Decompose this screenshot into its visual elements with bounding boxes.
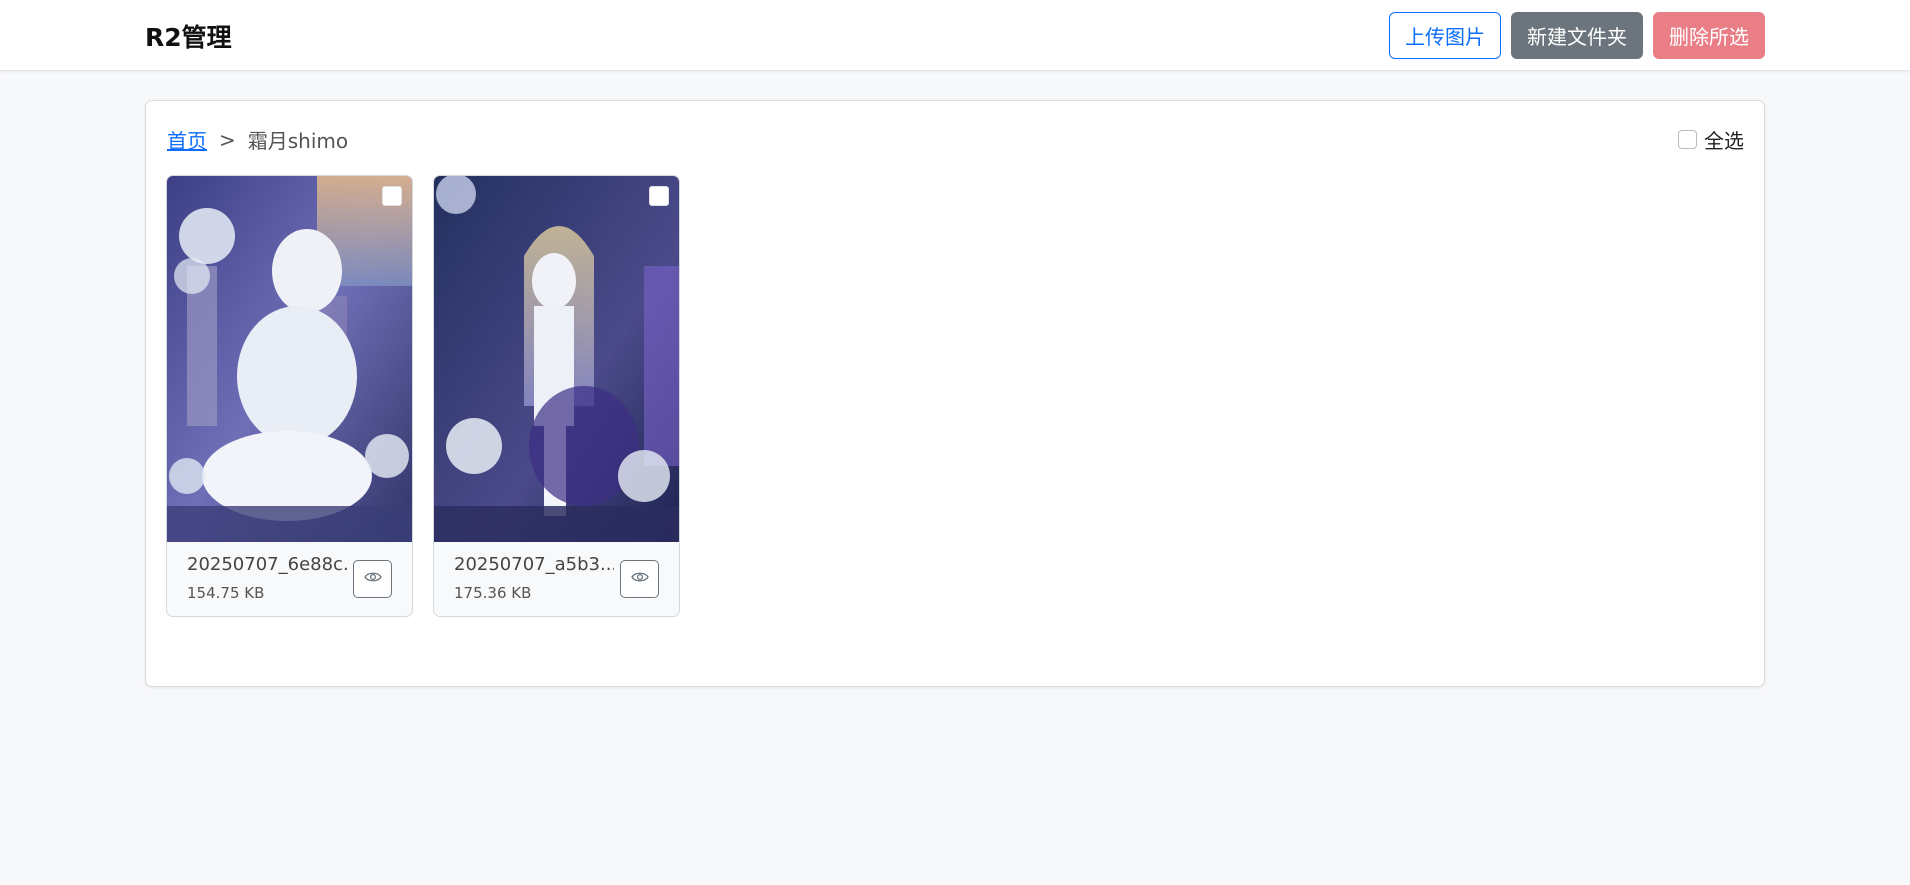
file-name: 20250707_6e88c...: [187, 554, 347, 575]
select-all-label: 全选: [1704, 129, 1744, 153]
delete-selected-button[interactable]: 删除所选: [1653, 12, 1765, 59]
upload-image-button[interactable]: 上传图片: [1389, 12, 1501, 59]
select-all-control[interactable]: 全选: [1678, 125, 1744, 154]
file-browser-panel: 首页 > 霜月shimo 全选 20250707_6e88c... 154.75…: [145, 100, 1765, 687]
view-file-button[interactable]: [620, 560, 659, 598]
view-file-button[interactable]: [353, 560, 392, 598]
file-thumbnail[interactable]: [434, 176, 679, 542]
select-all-checkbox[interactable]: [1678, 130, 1697, 149]
breadcrumb-current-folder: 霜月shimo: [247, 129, 349, 153]
file-name: 20250707_a5b3...: [454, 554, 614, 575]
file-thumbnail[interactable]: [167, 176, 412, 542]
breadcrumb-home-link[interactable]: 首页: [167, 125, 207, 154]
file-size: 154.75 KB: [187, 584, 265, 602]
new-folder-button[interactable]: 新建文件夹: [1511, 12, 1643, 59]
breadcrumb: 首页 > 霜月shimo: [167, 125, 348, 154]
eye-icon: [630, 570, 649, 588]
file-size: 175.36 KB: [454, 584, 532, 602]
eye-icon: [363, 570, 382, 588]
file-select-checkbox[interactable]: [649, 186, 669, 206]
file-card[interactable]: 20250707_6e88c... 154.75 KB: [166, 175, 413, 617]
top-navbar: R2管理 上传图片 新建文件夹 删除所选: [0, 0, 1910, 71]
app-title: R2管理: [145, 23, 232, 52]
file-select-checkbox[interactable]: [382, 186, 402, 206]
breadcrumb-separator: >: [219, 127, 236, 152]
file-card[interactable]: 20250707_a5b3... 175.36 KB: [433, 175, 680, 617]
